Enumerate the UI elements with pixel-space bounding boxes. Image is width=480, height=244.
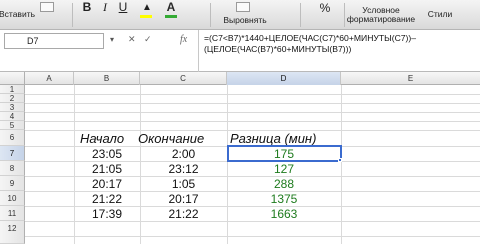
bold-label: B xyxy=(82,0,92,14)
row-header-1[interactable]: 1 xyxy=(0,85,25,94)
cell-c9[interactable]: 1:05 xyxy=(140,177,227,192)
gridline xyxy=(25,236,480,237)
cell-c8[interactable]: 23:12 xyxy=(140,162,227,177)
underline-button[interactable]: U xyxy=(116,0,130,22)
gridline xyxy=(341,85,342,244)
cell-b11[interactable]: 17:39 xyxy=(74,207,140,222)
row-header-11[interactable]: 11 xyxy=(0,206,25,221)
cell-d10[interactable]: 1375 xyxy=(227,192,341,207)
styles-button[interactable]: Стили xyxy=(422,0,458,29)
formula-bar: D7 ▾ ✕ ✓ fx =(C7<B7)*1440+ЦЕЛОЕ(ЧАС(C7)*… xyxy=(0,30,480,72)
row-header-7[interactable]: 7 xyxy=(0,146,25,161)
paste-button[interactable]: Вставить xyxy=(0,0,36,29)
gridline xyxy=(25,94,480,95)
font-color-swatch xyxy=(165,15,177,18)
column-header-d[interactable]: D xyxy=(227,72,341,85)
row-header-12[interactable]: 12 xyxy=(0,221,25,244)
cell-b8[interactable]: 21:05 xyxy=(74,162,140,177)
header-start[interactable]: Начало xyxy=(80,131,140,146)
cell-reference: D7 xyxy=(27,36,39,46)
styles-label: Стили xyxy=(427,9,453,19)
column-header-e[interactable]: E xyxy=(341,72,480,85)
ribbon-separator xyxy=(344,3,345,27)
formula-buttons: ✕ ✓ fx xyxy=(122,33,200,49)
font-color-button[interactable]: A xyxy=(160,0,182,22)
cell-b10[interactable]: 21:22 xyxy=(74,192,140,207)
cell-c10[interactable]: 20:17 xyxy=(140,192,227,207)
name-box[interactable]: D7 xyxy=(4,33,104,49)
format-painter-icon[interactable] xyxy=(40,2,54,12)
gridline xyxy=(25,121,480,122)
percent-button[interactable]: % xyxy=(316,0,334,23)
header-end[interactable]: Окончание xyxy=(138,131,228,146)
formula-input[interactable]: =(C7<B7)*1440+ЦЕЛОЕ(ЧАС(C7)*60+МИНУТЫ(C7… xyxy=(204,33,476,55)
ribbon-separator xyxy=(300,3,301,27)
italic-label: I xyxy=(103,0,107,14)
paint-bucket-icon: ▲ xyxy=(142,2,152,13)
cell-b9[interactable]: 20:17 xyxy=(74,177,140,192)
cell-c11[interactable]: 21:22 xyxy=(140,207,227,222)
align-label: Выровнять xyxy=(223,15,267,25)
column-header-c[interactable]: C xyxy=(140,72,227,85)
confirm-formula-icon[interactable]: ✓ xyxy=(144,34,152,45)
row-header-5[interactable]: 5 xyxy=(0,121,25,130)
active-cell-selection xyxy=(227,145,342,162)
gridline xyxy=(25,112,480,113)
column-header-b[interactable]: B xyxy=(74,72,140,85)
fill-handle[interactable] xyxy=(338,158,342,162)
ribbon-toolbar: Вставить B I U ▲ A Выровнять % Условное … xyxy=(0,0,480,30)
row-header-9[interactable]: 9 xyxy=(0,176,25,191)
spreadsheet-grid[interactable]: A B C D E 1 2 3 4 5 6 7 8 9 10 11 12 Нач… xyxy=(0,72,480,244)
row-header-3[interactable]: 3 xyxy=(0,103,25,112)
cell-c7[interactable]: 2:00 xyxy=(140,147,227,162)
underline-label: U xyxy=(118,0,128,14)
percent-label: % xyxy=(319,1,331,15)
select-all-corner[interactable] xyxy=(0,72,25,85)
cancel-formula-icon[interactable]: ✕ xyxy=(128,34,136,45)
row-header-4[interactable]: 4 xyxy=(0,112,25,121)
ribbon-separator xyxy=(72,3,73,27)
italic-button[interactable]: I xyxy=(98,0,112,22)
conditional-format-label: Условное форматирование xyxy=(346,4,416,24)
bold-button[interactable]: B xyxy=(80,0,94,22)
cell-d9[interactable]: 288 xyxy=(227,177,341,192)
fill-color-button[interactable]: ▲ xyxy=(136,0,158,22)
cell-b7[interactable]: 23:05 xyxy=(74,147,140,162)
row-header-2[interactable]: 2 xyxy=(0,94,25,103)
row-header-6[interactable]: 6 xyxy=(0,130,25,146)
row-header-8[interactable]: 8 xyxy=(0,161,25,176)
ribbon-separator xyxy=(210,3,211,27)
chevron-down-icon[interactable]: ▾ xyxy=(110,35,114,44)
header-diff[interactable]: Разница (мин) xyxy=(230,131,340,146)
formula-divider xyxy=(198,30,199,72)
paste-label: Вставить xyxy=(0,9,36,19)
insert-function-icon[interactable]: fx xyxy=(180,34,187,45)
gridline xyxy=(25,103,480,104)
column-header-a[interactable]: A xyxy=(25,72,74,85)
cell-d8[interactable]: 127 xyxy=(227,162,341,177)
fill-color-swatch xyxy=(140,15,152,18)
column-headers: A B C D E xyxy=(0,72,480,85)
cell-d11[interactable]: 1663 xyxy=(227,207,341,222)
font-color-label: A xyxy=(166,0,176,14)
row-header-10[interactable]: 10 xyxy=(0,191,25,206)
conditional-format-button[interactable]: Условное форматирование xyxy=(347,0,415,29)
